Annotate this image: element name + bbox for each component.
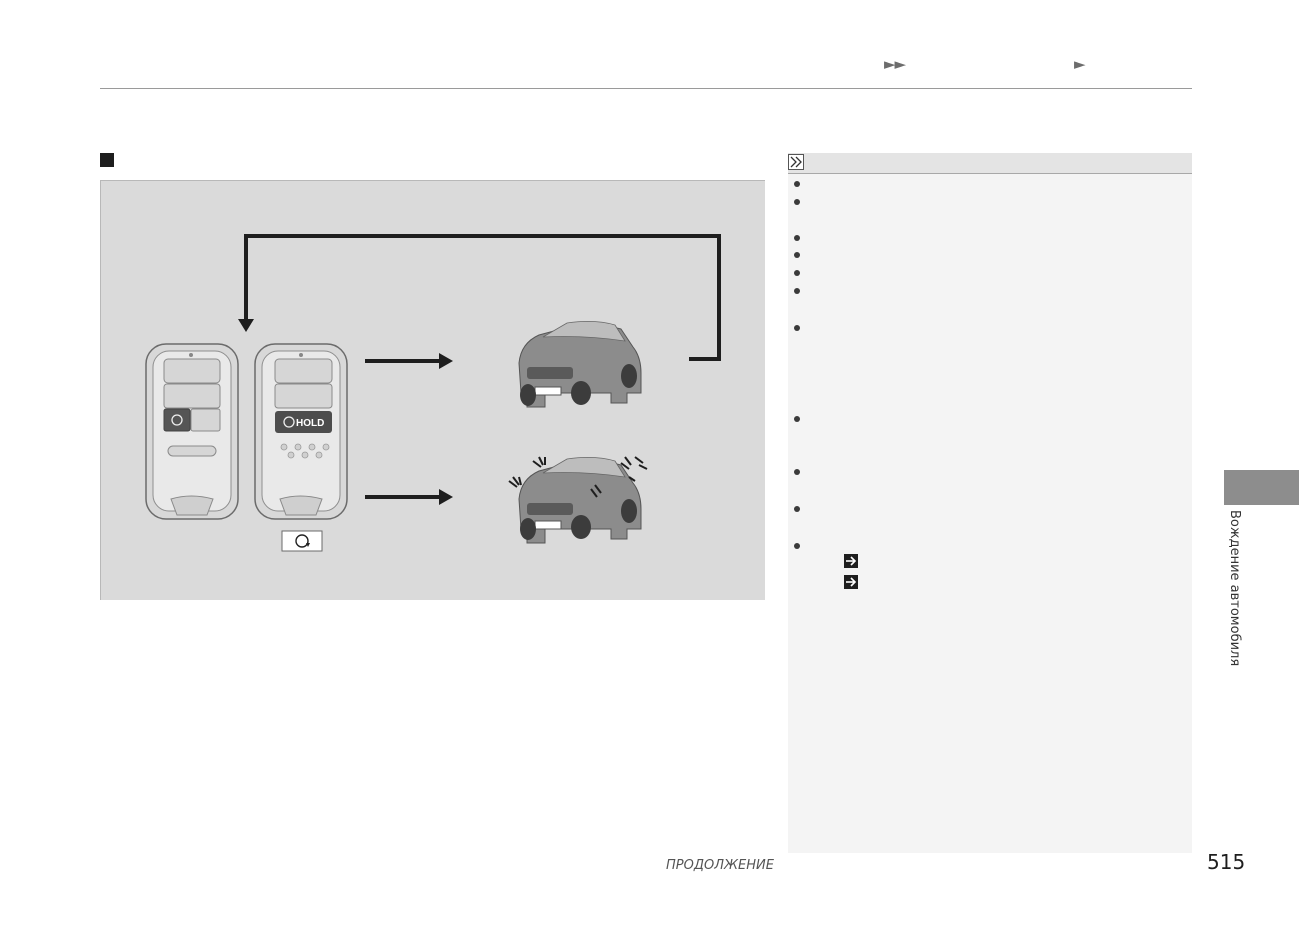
- note-bullet: [794, 469, 800, 475]
- notes-header: [788, 153, 1192, 174]
- reference-arrow-icon[interactable]: [844, 554, 858, 568]
- note-bullet: [794, 235, 800, 241]
- note-bullet: [794, 270, 800, 276]
- header-rule: [100, 88, 1192, 89]
- reference-arrow-icon[interactable]: [844, 575, 858, 589]
- chapter-tab-label-wrap: Вождение автомобиля: [1224, 510, 1244, 667]
- remote-fob-right-icon: HOLD: [254, 343, 348, 520]
- note-bullet: [794, 543, 800, 549]
- remote-start-illustration: HOLD: [100, 180, 765, 600]
- section-square-icon: [100, 153, 114, 167]
- illustration-drawing: HOLD: [145, 234, 721, 552]
- chapter-tab-label: Вождение автомобиля: [1227, 510, 1242, 667]
- car-suv-icon: [518, 321, 642, 408]
- notes-panel: [788, 153, 1192, 853]
- note-bullet: [794, 181, 800, 187]
- double-chevron-icon: [788, 154, 804, 170]
- note-bullet: [794, 199, 800, 205]
- car-suv-flashing-icon: [508, 456, 648, 544]
- loop-arrow: [244, 234, 721, 361]
- chapter-tab[interactable]: [1224, 470, 1299, 505]
- loop-arrowhead-icon: [238, 319, 254, 332]
- header-single-arrow: ►: [1074, 55, 1086, 73]
- hold-button-label: HOLD: [296, 418, 324, 429]
- arrow-to-car-top-head-icon: [439, 353, 453, 369]
- arrow-to-car-bottom-head-icon: [439, 489, 453, 505]
- remote-start-button-icon: [281, 530, 323, 552]
- note-bullet: [794, 325, 800, 331]
- header-double-arrow: ►►: [884, 55, 906, 73]
- continue-label: ПРОДОЛЖЕНИЕ: [666, 858, 774, 873]
- note-bullet: [794, 506, 800, 512]
- note-bullet: [794, 416, 800, 422]
- page-number: 515: [1207, 850, 1246, 874]
- note-bullet: [794, 252, 800, 258]
- remote-fob-left-icon: [145, 343, 239, 520]
- note-bullet: [794, 288, 800, 294]
